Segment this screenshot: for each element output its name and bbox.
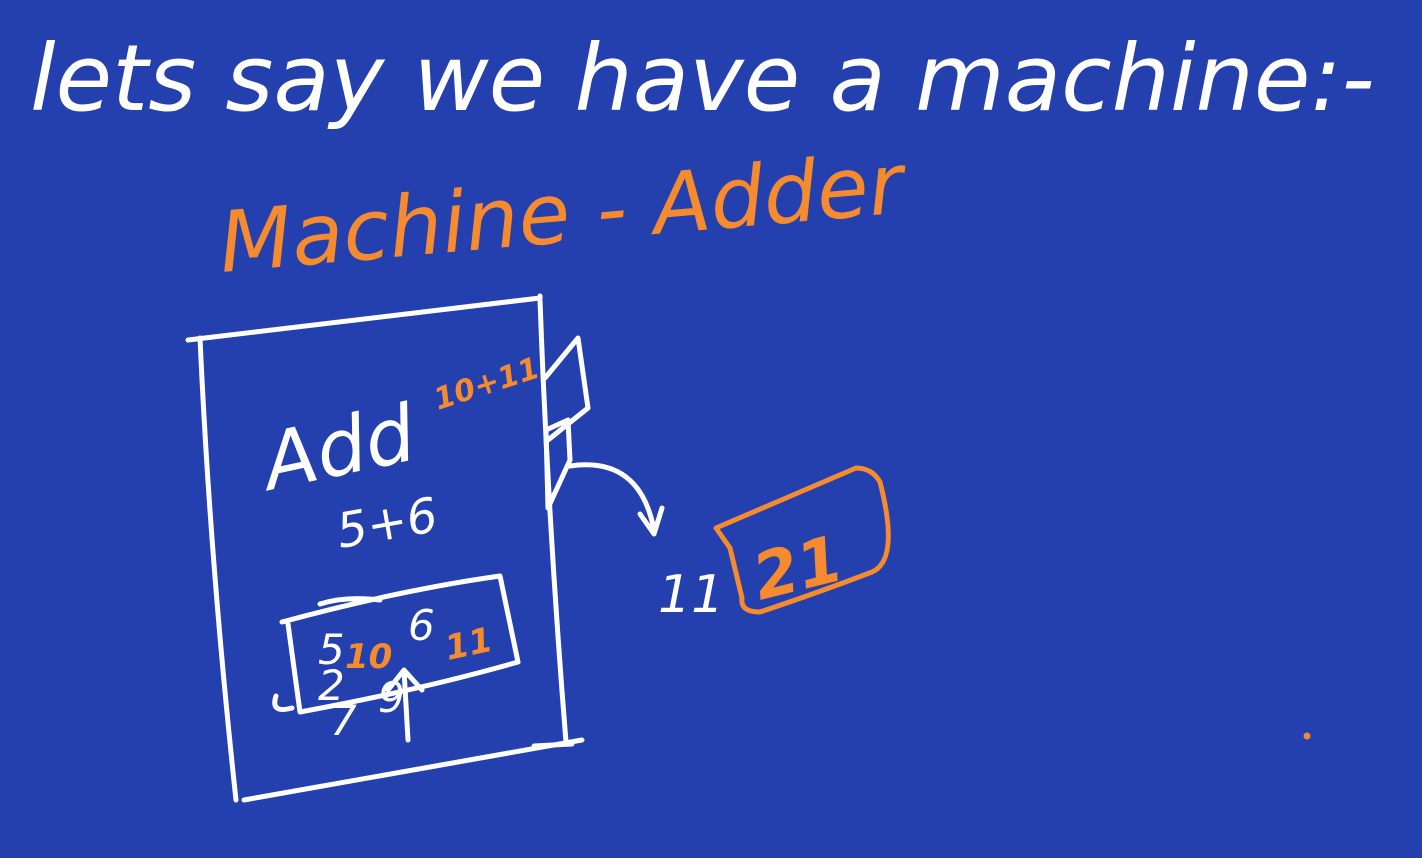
memory-pointer-digit-right: 9 <box>378 673 405 722</box>
machine-label: Add <box>250 389 423 510</box>
machine-expression: 5+6 <box>332 487 441 560</box>
title-text: Machine - Adder <box>215 134 911 292</box>
memory-value-c: 11 <box>442 620 497 669</box>
output-old-value: 11 <box>658 565 724 625</box>
machine-drawing: Add 5+6 10+11 5 2 10 6 11 7 9 <box>185 293 591 803</box>
memory-box-tail <box>272 693 295 712</box>
machine-note: 10+11 <box>430 351 544 418</box>
memory-value-a: 10 <box>345 637 392 677</box>
memory-pointer-digit-left: 7 <box>330 696 357 745</box>
heading-text: lets say we have a machine:- <box>30 25 1375 132</box>
memory-value-b: 6 <box>408 601 435 650</box>
output-new-value: 21 <box>746 522 850 615</box>
stray-ink-dot <box>1303 732 1311 740</box>
output-arrow <box>567 462 665 537</box>
whiteboard-canvas: lets say we have a machine:- Machine - A… <box>30 25 1375 803</box>
